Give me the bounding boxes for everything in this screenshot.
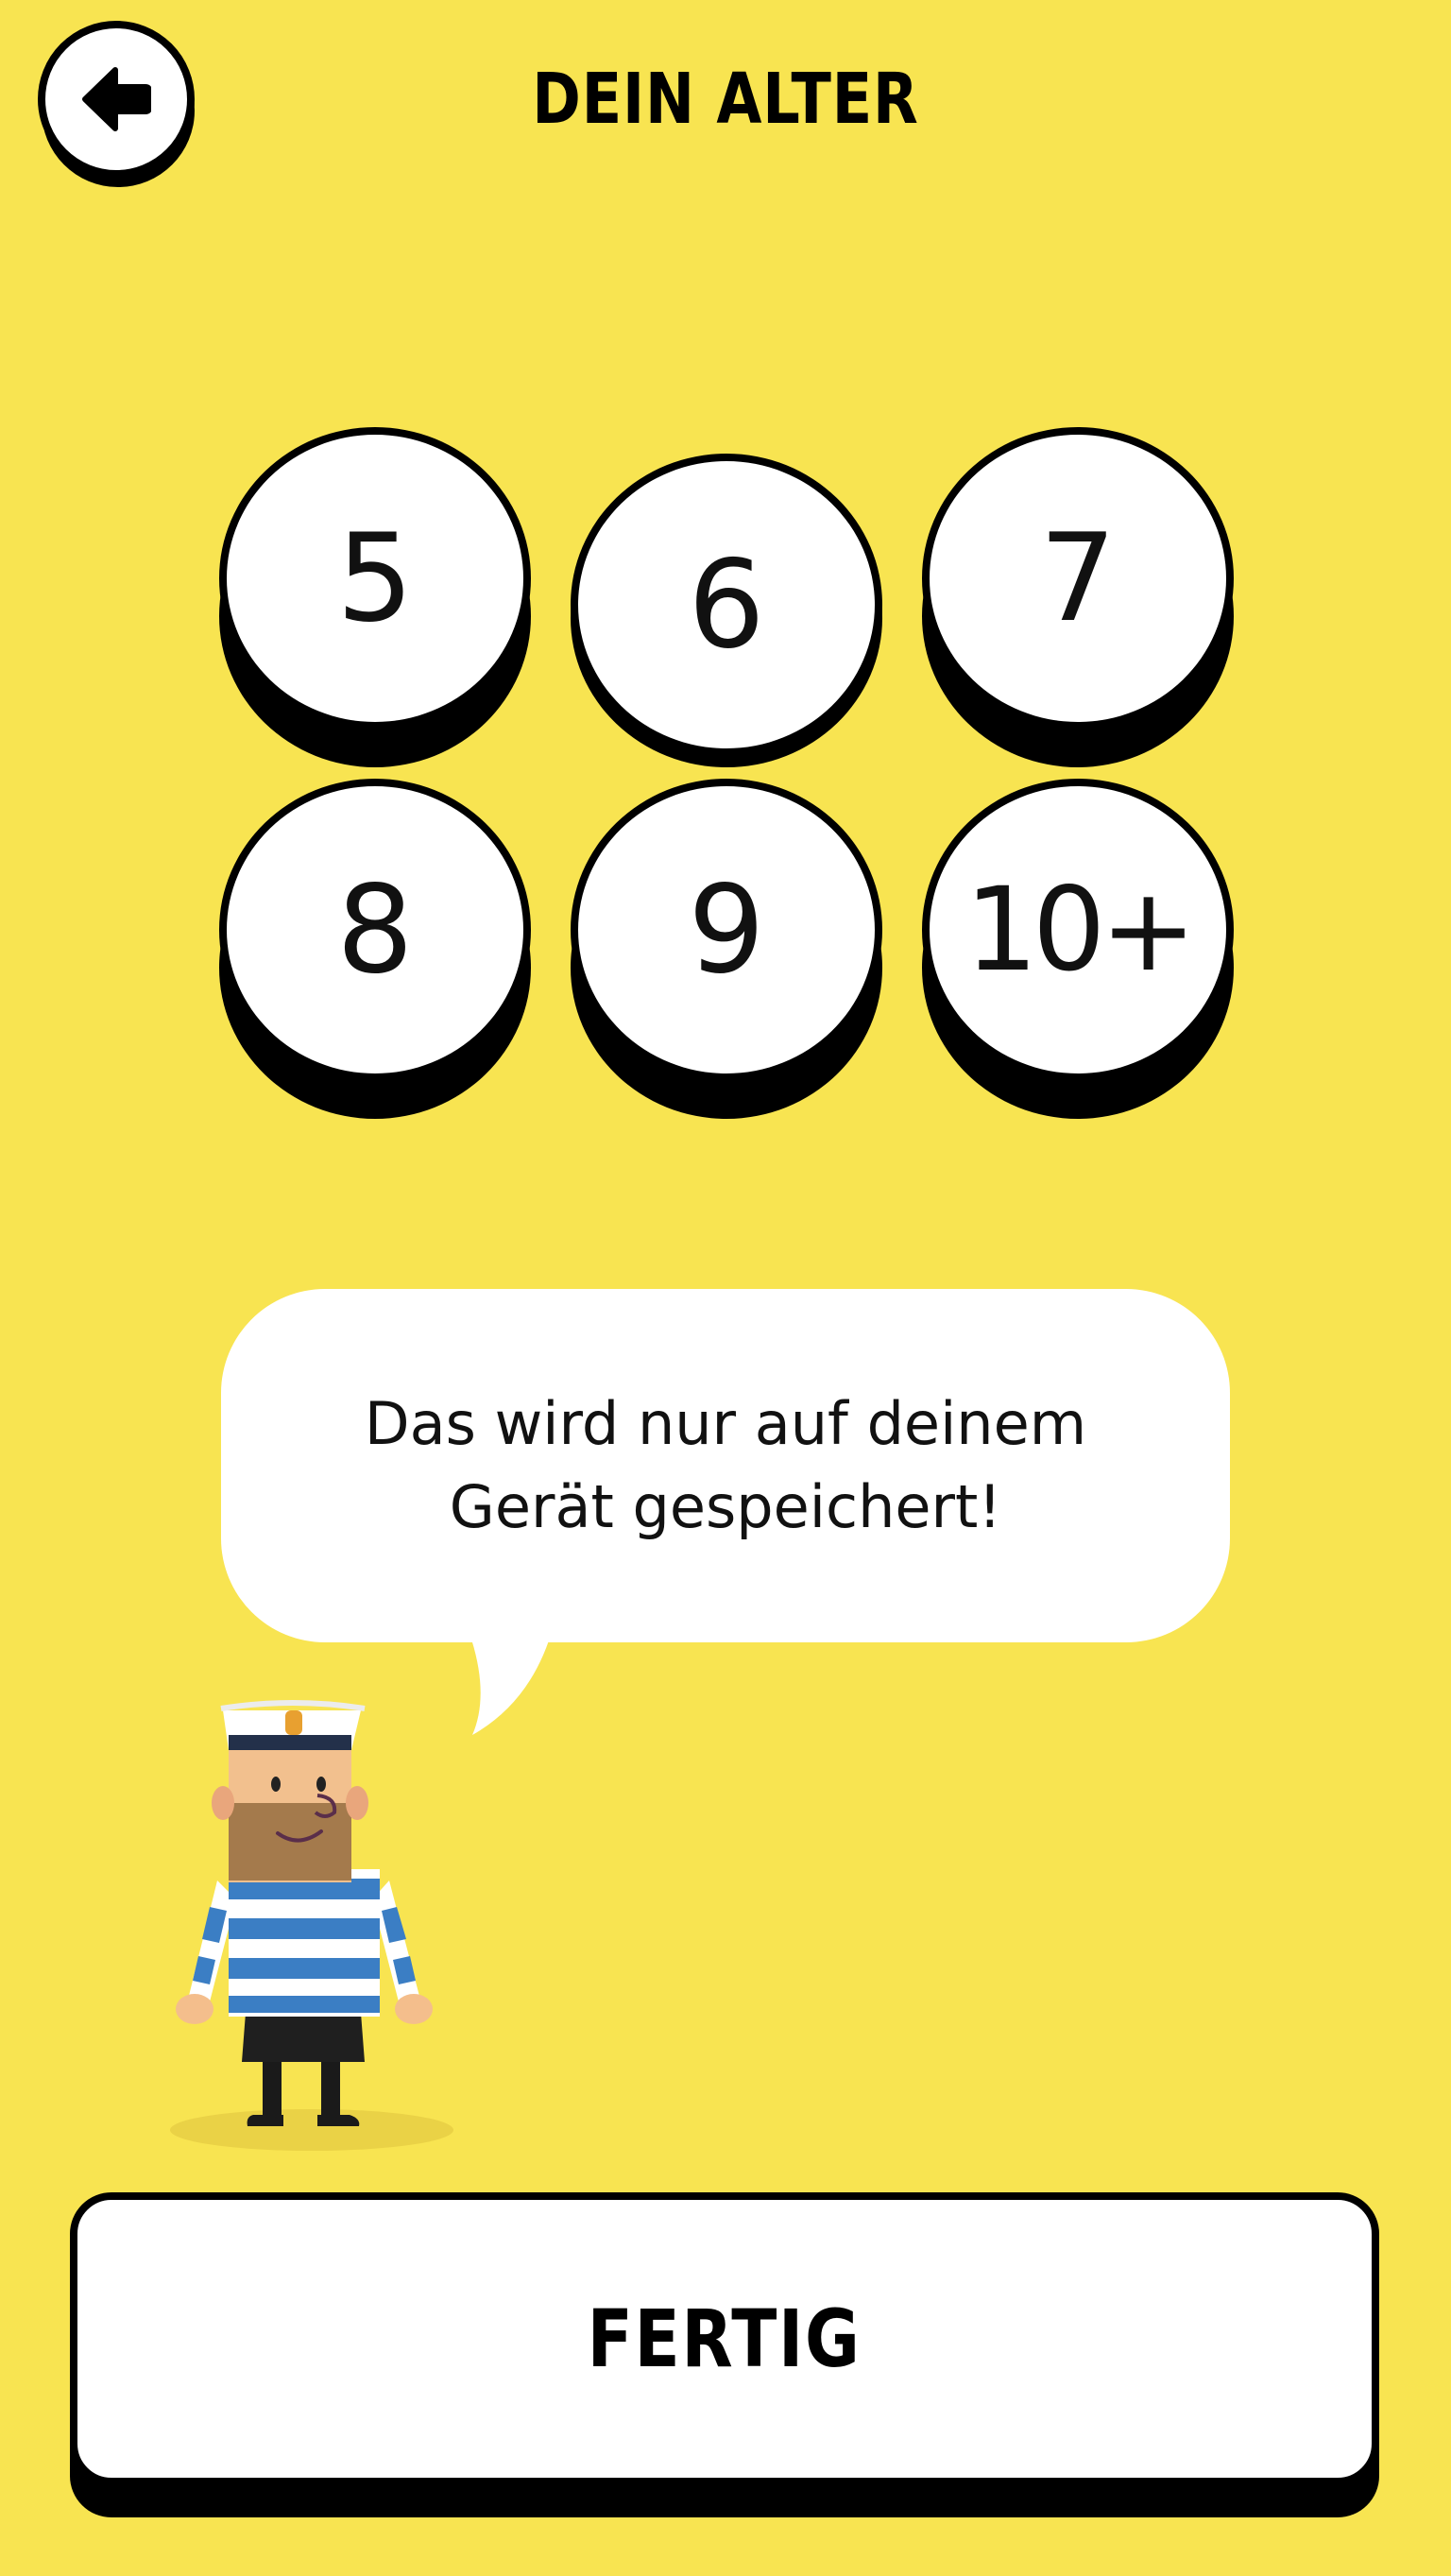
age-option-9[interactable]: 9: [571, 779, 882, 1119]
speech-bubble-text: Das wird nur auf deinem Gerät gespeicher…: [300, 1382, 1151, 1549]
speech-bubble-line-2: Gerät gespeichert!: [449, 1472, 1002, 1541]
speech-bubble: Das wird nur auf deinem Gerät gespeicher…: [221, 1289, 1230, 1642]
age-option-label: 9: [571, 779, 882, 1081]
age-option-10-plus[interactable]: 10+: [922, 779, 1234, 1119]
age-option-5[interactable]: 5: [219, 427, 531, 767]
page-title: DEIN ALTER: [532, 59, 919, 140]
speech-bubble-line-1: Das wird nur auf deinem: [364, 1389, 1087, 1458]
age-option-label: 6: [571, 454, 882, 756]
age-option-7[interactable]: 7: [922, 427, 1234, 767]
done-button-face: FERTIG: [70, 2192, 1379, 2485]
age-option-label: 8: [219, 779, 531, 1081]
sailor-character-illustration: [170, 1700, 453, 2151]
age-option-6[interactable]: 6: [571, 427, 882, 767]
age-option-label: 5: [219, 427, 531, 730]
age-option-8[interactable]: 8: [219, 779, 531, 1119]
age-option-label: 7: [922, 427, 1234, 730]
age-option-label: 10+: [922, 779, 1234, 1081]
done-button-label: FERTIG: [588, 2293, 862, 2385]
done-button[interactable]: FERTIG: [70, 2192, 1379, 2517]
